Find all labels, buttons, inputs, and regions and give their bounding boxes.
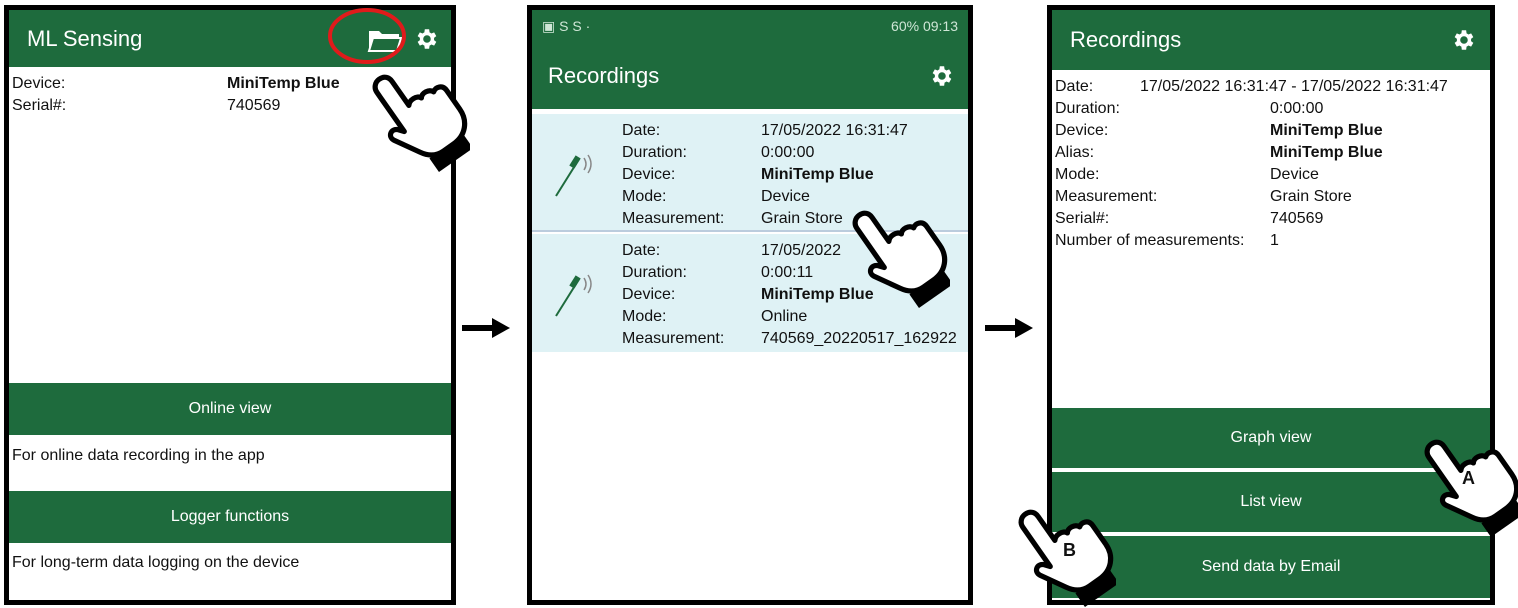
detail-row: Device: MiniTemp Blue (1055, 120, 1490, 142)
mode-label: Mode: (622, 188, 667, 205)
detail-label: Mode: (1055, 166, 1100, 183)
status-left: ▣ S S · (542, 17, 591, 34)
date-label: Date: (622, 242, 661, 259)
detail-row: Mode: Device (1055, 164, 1490, 186)
detail-row: Number of measurements: 1 (1055, 230, 1490, 252)
arrow-right-icon (462, 318, 510, 338)
device-value: MiniTemp Blue (227, 75, 340, 92)
pointing-hand-icon (372, 74, 470, 172)
date-value: 17/05/2022 (761, 242, 842, 259)
detail-value: 740569 (1270, 210, 1324, 227)
sensor-probe-icon (555, 274, 592, 317)
measurement-value: 740569_20220517_162922 (761, 330, 957, 347)
device-value: MiniTemp Blue (761, 166, 874, 183)
detail-label: Number of measurements: (1055, 232, 1245, 249)
send-email-button[interactable]: Send data by Email (1052, 536, 1490, 598)
detail-label: Serial#: (1055, 210, 1110, 227)
serial-label: Serial#: (12, 97, 67, 114)
page-title: Recordings (548, 62, 660, 88)
app-title: ML Sensing (27, 25, 143, 51)
device-label: Device: (622, 286, 676, 303)
measurement-label: Measurement: (622, 210, 725, 227)
app-bar: Recordings (1052, 10, 1490, 70)
device-label: Device: (622, 166, 676, 183)
detail-row: Alias: MiniTemp Blue (1055, 142, 1490, 164)
mode-value: Online (761, 308, 808, 325)
hand-b-label: B (1063, 540, 1076, 560)
app-bar: Recordings (532, 42, 968, 109)
gear-icon[interactable] (1450, 27, 1476, 53)
detail-label: Device: (1055, 122, 1109, 139)
arrow-right-icon (985, 318, 1033, 338)
detail-value: Device (1270, 166, 1319, 183)
online-view-button[interactable]: Online view (9, 383, 451, 435)
gear-icon[interactable] (928, 63, 954, 89)
logger-functions-button[interactable]: Logger functions (9, 491, 451, 543)
online-view-description: For online data recording in the app (12, 447, 265, 464)
date-value: 17/05/2022 16:31:47 (761, 122, 908, 139)
duration-value: 0:00:11 (761, 264, 814, 281)
serial-value: 740569 (227, 97, 281, 114)
measurement-value: Grain Store (761, 210, 843, 227)
detail-label: Measurement: (1055, 188, 1158, 205)
detail-label: Alias: (1055, 144, 1095, 161)
pointing-hand-icon (852, 210, 950, 308)
status-bar: ▣ S S · 60% 09:13 (532, 10, 968, 42)
date-value: 17/05/2022 16:31:47 - 17/05/2022 16:31:4… (1140, 78, 1448, 95)
duration-label: Duration: (622, 144, 687, 161)
device-label: Device: (12, 75, 66, 92)
duration-value: 0:00:00 (761, 144, 815, 161)
page-title: Recordings (1070, 27, 1182, 52)
hand-a-label: A (1462, 468, 1475, 488)
status-right: 60% 09:13 (891, 18, 958, 34)
detail-value: MiniTemp Blue (1270, 122, 1383, 139)
mode-label: Mode: (622, 308, 667, 325)
detail-value: Grain Store (1270, 188, 1352, 205)
gear-icon[interactable] (413, 26, 439, 52)
logger-functions-description: For long-term data logging on the device (12, 554, 300, 571)
date-label: Date: (1055, 78, 1094, 95)
detail-row: Measurement: Grain Store (1055, 186, 1490, 208)
date-label: Date: (622, 122, 661, 139)
detail-value: MiniTemp Blue (1270, 144, 1383, 161)
detail-value: 0:00:00 (1270, 100, 1324, 117)
recording-details: Date: 17/05/2022 16:31:47 - 17/05/2022 16… (1052, 70, 1490, 252)
detail-value: 1 (1270, 232, 1279, 249)
measurement-label: Measurement: (622, 330, 725, 347)
detail-row: Serial#: 740569 (1055, 208, 1490, 230)
detail-label: Duration: (1055, 100, 1120, 117)
sensor-probe-icon (555, 154, 592, 197)
mode-value: Device (761, 188, 810, 205)
detail-row: Duration: 0:00:00 (1055, 98, 1490, 120)
duration-label: Duration: (622, 264, 687, 281)
